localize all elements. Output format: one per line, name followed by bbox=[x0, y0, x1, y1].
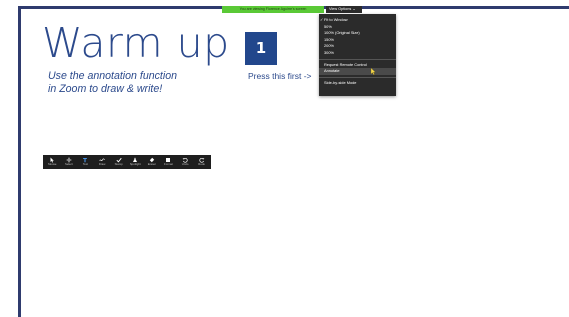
screen-share-view: You are viewing Florence Aguirre's scree… bbox=[0, 0, 569, 317]
tool-label: Format bbox=[164, 162, 173, 166]
menu-item-zoom-200[interactable]: 200% bbox=[319, 43, 396, 50]
slide-title: Warm up bbox=[42, 19, 230, 67]
menu-item-label: 200% bbox=[324, 43, 334, 49]
tool-text[interactable]: Text bbox=[77, 156, 94, 169]
subtitle-line-2: in Zoom to draw & write! bbox=[48, 83, 163, 95]
tool-label: Mouse bbox=[48, 162, 57, 166]
tool-mouse[interactable]: Mouse bbox=[44, 156, 61, 169]
menu-item-label: Side-by-side Mode bbox=[324, 79, 357, 85]
tool-label: Text bbox=[82, 162, 89, 166]
menu-item-annotate[interactable]: Annotate bbox=[319, 68, 396, 76]
menu-item-zoom-150[interactable]: 150% bbox=[319, 37, 396, 44]
tool-undo[interactable]: Undo bbox=[177, 156, 194, 169]
tool-label: Redo bbox=[198, 162, 205, 166]
tool-label: Draw bbox=[98, 162, 106, 166]
menu-item-zoom-300[interactable]: 300% bbox=[319, 50, 396, 57]
tool-format[interactable]: Format bbox=[160, 156, 177, 169]
tool-label: Undo bbox=[181, 162, 189, 166]
menu-item-label: 50% bbox=[324, 23, 332, 29]
menu-item-label: Annotate bbox=[324, 68, 340, 74]
menu-item-fit-to-window[interactable]: ✓ Fit to Window bbox=[319, 17, 396, 24]
tool-draw[interactable]: Draw bbox=[94, 156, 111, 169]
tool-spotlight[interactable]: Spotlight bbox=[127, 156, 144, 169]
menu-item-label: Request Remote Control bbox=[324, 61, 367, 67]
step-number-badge: 1 bbox=[245, 32, 277, 65]
tool-select[interactable]: Select bbox=[61, 156, 78, 169]
menu-item-label: 150% bbox=[324, 36, 334, 42]
slide-left-border bbox=[18, 6, 21, 317]
menu-item-zoom-100[interactable]: 100% (Original Size) bbox=[319, 30, 396, 37]
menu-divider bbox=[319, 58, 396, 60]
tool-eraser[interactable]: Eraser bbox=[144, 156, 161, 169]
annotation-toolbar: Mouse Select Text Draw Stamp Spotlight E… bbox=[43, 155, 211, 169]
view-options-button[interactable]: View Options ⌄ bbox=[326, 6, 362, 13]
menu-item-label: Fit to Window bbox=[324, 17, 348, 22]
menu-item-label: 100% (Original Size) bbox=[324, 30, 360, 36]
tool-label: Stamp bbox=[114, 162, 123, 166]
tool-label: Select bbox=[65, 162, 73, 166]
tool-redo[interactable]: Redo bbox=[193, 156, 210, 169]
subtitle-line-1: Use the annotation function bbox=[48, 70, 177, 82]
menu-divider bbox=[319, 76, 396, 78]
press-first-label: Press this first -> bbox=[248, 71, 312, 81]
mouse-pointer-icon bbox=[370, 68, 376, 76]
slide-subtitle: Use the annotation function in Zoom to d… bbox=[48, 70, 177, 96]
sharing-banner: You are viewing Florence Aguirre's scree… bbox=[222, 6, 324, 13]
tool-stamp[interactable]: Stamp bbox=[110, 156, 127, 169]
menu-item-request-remote-control[interactable]: Request Remote Control bbox=[319, 62, 396, 69]
tool-label: Eraser bbox=[147, 162, 156, 166]
checkmark-icon: ✓ bbox=[320, 17, 324, 22]
menu-item-label: 300% bbox=[324, 49, 334, 55]
menu-item-zoom-50[interactable]: 50% bbox=[319, 24, 396, 31]
view-options-menu: ✓ Fit to Window 50% 100% (Original Size)… bbox=[319, 14, 396, 96]
tool-label: Spotlight bbox=[129, 162, 141, 166]
menu-item-side-by-side[interactable]: Side-by-side Mode bbox=[319, 80, 396, 87]
